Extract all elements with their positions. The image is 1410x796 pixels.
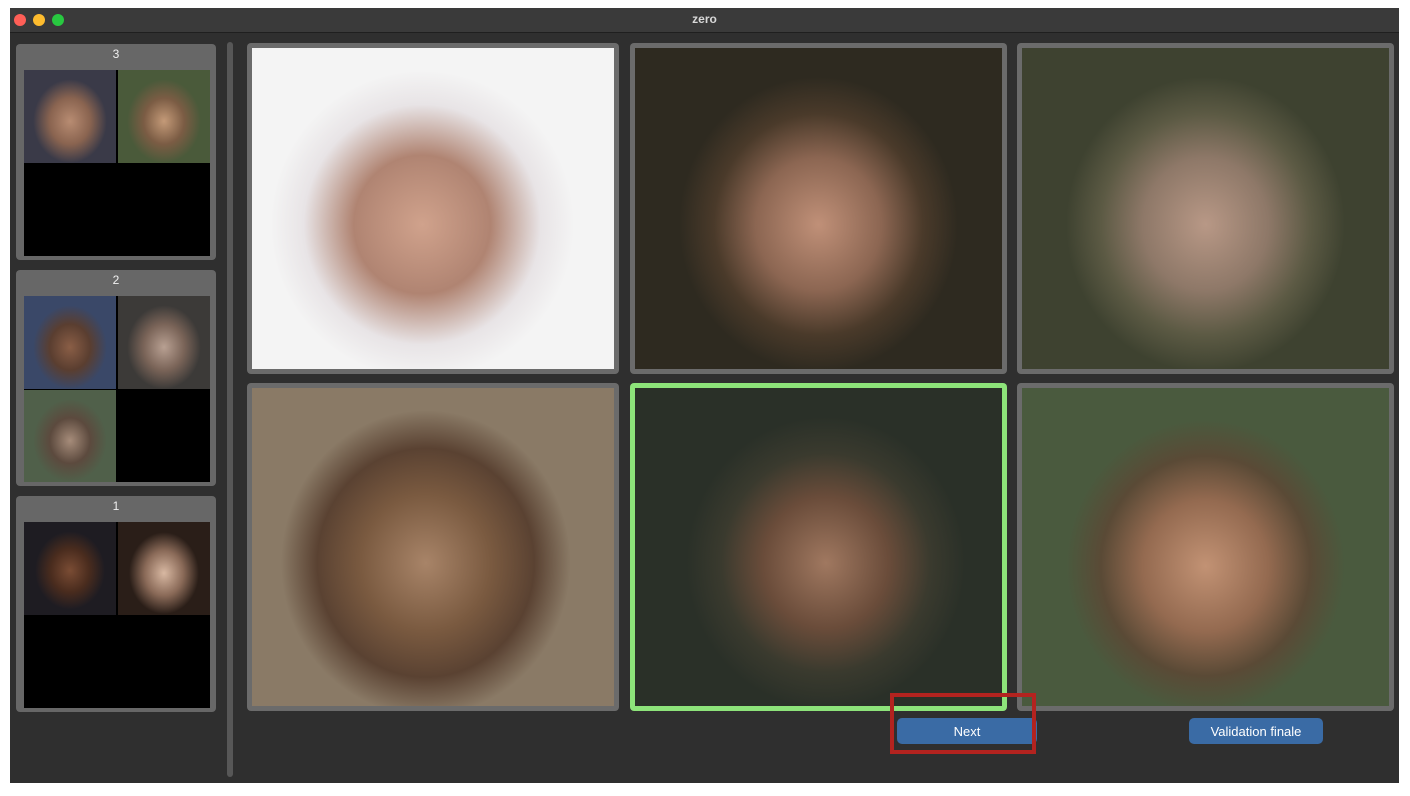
next-button-highlight	[890, 693, 1036, 754]
face-tile-selected[interactable]	[630, 383, 1007, 711]
history-group[interactable]: 3	[16, 44, 216, 260]
app-window: zero 3 2 1 Next Validation finale	[10, 8, 1399, 783]
face-thumbnail[interactable]	[118, 522, 210, 615]
group-thumbnails	[24, 70, 210, 256]
face-image	[635, 388, 1002, 706]
group-label: 1	[112, 499, 120, 513]
validation-finale-button[interactable]: Validation finale	[1189, 718, 1323, 744]
sidebar-scrollbar[interactable]	[227, 42, 233, 777]
group-thumbnails	[24, 522, 210, 708]
title-bar: zero	[10, 8, 1399, 33]
group-label: 3	[112, 47, 120, 61]
face-tile[interactable]	[1017, 43, 1394, 374]
face-image	[1022, 388, 1389, 706]
history-group[interactable]: 1	[16, 496, 216, 712]
face-tile[interactable]	[247, 383, 619, 711]
face-thumbnail[interactable]	[24, 296, 116, 389]
face-thumbnail[interactable]	[24, 390, 116, 482]
face-tile[interactable]	[1017, 383, 1394, 711]
face-image	[252, 48, 614, 369]
window-title: zero	[692, 12, 717, 26]
face-image	[635, 48, 1002, 369]
face-tile[interactable]	[247, 43, 619, 374]
face-tile[interactable]	[630, 43, 1007, 374]
face-thumbnail[interactable]	[118, 296, 210, 389]
face-image	[1022, 48, 1389, 369]
group-label: 2	[112, 273, 120, 287]
face-thumbnail[interactable]	[118, 70, 210, 163]
group-thumbnails	[24, 296, 210, 482]
face-image	[252, 388, 614, 706]
face-thumbnail[interactable]	[24, 522, 116, 615]
history-group[interactable]: 2	[16, 270, 216, 486]
face-thumbnail[interactable]	[24, 70, 116, 163]
